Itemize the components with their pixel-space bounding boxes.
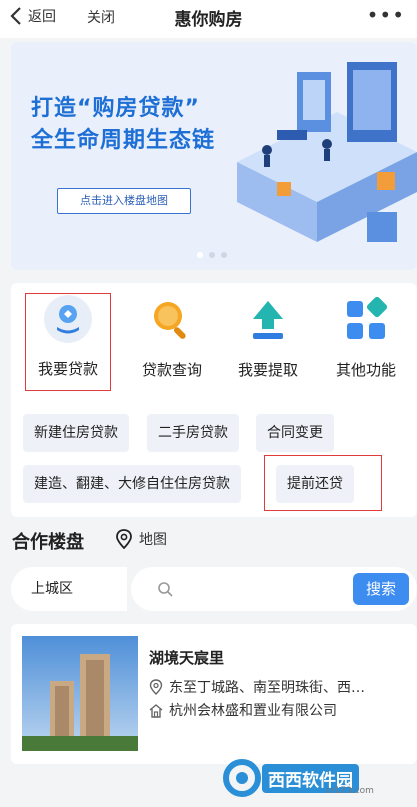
property-developer: 杭州会林盛和置业有限公司	[149, 700, 337, 720]
isometric-city-illustration	[237, 62, 417, 242]
nav-bar: 返回 关闭 惠你购房 •••	[0, 0, 417, 38]
carousel-dot[interactable]	[209, 252, 215, 258]
page-title: 惠你购房	[174, 10, 243, 30]
watermark: 西西软件园 cr173.com	[222, 756, 400, 800]
promo-banner[interactable]: 打造“购房贷款” 全生命周期生态链 点击进入楼盘地图	[11, 42, 417, 270]
carousel-dot[interactable]	[221, 252, 227, 258]
watermark-url: cr173.com	[326, 786, 374, 796]
section-title: 合作楼盘	[12, 532, 84, 553]
map-pin-icon	[116, 529, 132, 549]
feature-loan-query[interactable]: 贷款查询	[129, 295, 215, 380]
address-text: 东至丁城路、南至明珠街、西…	[169, 680, 365, 696]
feature-label: 其他功能	[335, 361, 396, 379]
feature-label: 我要贷款	[37, 360, 98, 378]
grid-icon	[323, 295, 409, 345]
developer-text: 杭州会林盛和置业有限公司	[169, 703, 337, 719]
feature-other[interactable]: 其他功能	[323, 295, 409, 380]
carousel-dot[interactable]	[197, 252, 203, 258]
search-button[interactable]: 搜索	[353, 573, 409, 605]
feature-label: 贷款查询	[141, 361, 202, 379]
location-icon	[149, 679, 163, 695]
property-photo	[22, 636, 138, 751]
map-label: 地图	[139, 532, 167, 548]
search-icon	[158, 582, 173, 597]
banner-headline-2: 全生命周期生态链	[31, 128, 216, 153]
chip-contract-change[interactable]: 合同变更	[256, 414, 334, 452]
feature-label: 我要提取	[237, 361, 298, 379]
property-list-item[interactable]: 湖境天宸里 东至丁城路、南至明珠街、西… 杭州会林盛和置业有限公司	[11, 624, 417, 764]
feature-withdraw[interactable]: 我要提取	[225, 295, 311, 380]
chip-build-renovate-loan[interactable]: 建造、翻建、大修自住住房贷款	[23, 465, 241, 503]
map-link[interactable]: 地图	[115, 529, 167, 549]
loan-icon	[26, 294, 110, 344]
carousel-dots[interactable]	[197, 252, 227, 258]
upload-icon	[225, 295, 311, 345]
chip-second-hand-loan[interactable]: 二手房贷款	[147, 414, 239, 452]
district-selector[interactable]: 上城区	[11, 567, 127, 611]
map-entry-button[interactable]: 点击进入楼盘地图	[57, 188, 191, 214]
chip-new-house-loan[interactable]: 新建住房贷款	[23, 414, 129, 452]
property-name: 湖境天宸里	[149, 649, 225, 667]
more-options-icon[interactable]: •••	[367, 3, 405, 27]
magnifier-icon	[129, 295, 215, 345]
property-address: 东至丁城路、南至明珠街、西…	[149, 677, 407, 697]
highlight-box	[264, 455, 382, 511]
search-bar[interactable]: 搜索	[131, 567, 417, 611]
building-icon	[149, 703, 163, 718]
banner-headline-1: 打造“购房贷款”	[31, 96, 200, 121]
feature-apply-loan[interactable]: 我要贷款	[25, 293, 111, 391]
